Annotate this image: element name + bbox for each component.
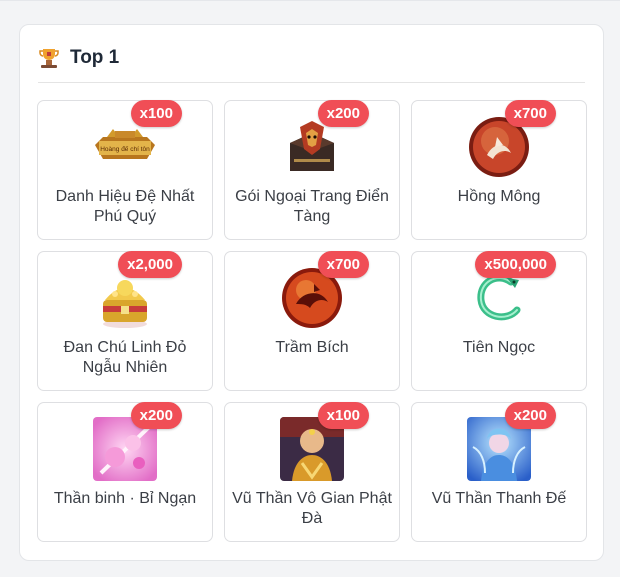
- quantity-badge: x100: [130, 100, 182, 127]
- reward-grid: Hoàng đế chí tôn x100 Danh Hiệu Đệ Nhất …: [37, 100, 587, 542]
- reward-card[interactable]: x700 Trầm Bích: [224, 251, 400, 391]
- item-name: Trầm Bích: [275, 339, 349, 356]
- quantity-badge: x700: [504, 100, 556, 127]
- item-name: Hồng Mông: [457, 188, 541, 205]
- item-name: Vũ Thần Thanh Đế: [431, 490, 567, 507]
- top-divider: [0, 0, 620, 1]
- reward-card[interactable]: x200 Vũ Thần Thanh Đế: [411, 402, 587, 542]
- item-name: Đan Chú Linh Đỏ Ngẫu Nhiên: [63, 339, 187, 376]
- reward-card[interactable]: x200 Thần binh · Bỉ Ngạn: [37, 402, 213, 542]
- quantity-badge: x100: [317, 402, 369, 429]
- quantity-badge: x2,000: [118, 251, 182, 278]
- quantity-badge: x500,000: [475, 251, 556, 278]
- item-name: Tiên Ngọc: [462, 339, 536, 356]
- reward-card[interactable]: x200 Gói Ngoại Trang Điển Tàng: [224, 100, 400, 240]
- reward-card[interactable]: x500,000 Tiên Ngọc: [411, 251, 587, 391]
- item-name: Danh Hiệu Đệ Nhất Phú Quý: [55, 188, 195, 225]
- quantity-badge: x700: [317, 251, 369, 278]
- reward-card[interactable]: x2,000 Đan Chú Linh Đỏ Ngẫu Nhiên: [37, 251, 213, 391]
- item-name: Thần binh · Bỉ Ngạn: [53, 490, 197, 507]
- reward-panel: Top 1 Hoàng đế chí tôn x100 Danh Hiệu Đệ…: [19, 24, 604, 561]
- panel-title: Top 1: [70, 46, 120, 68]
- reward-card[interactable]: Hoàng đế chí tôn x100 Danh Hiệu Đệ Nhất …: [37, 100, 213, 240]
- panel-header: Top 1: [38, 43, 585, 83]
- item-name: Gói Ngoại Trang Điển Tàng: [235, 188, 389, 225]
- item-name: Vũ Thần Vô Gian Phật Đà: [232, 490, 392, 527]
- reward-card[interactable]: x700 Hồng Mông: [411, 100, 587, 240]
- trophy-icon: [38, 47, 60, 69]
- quantity-badge: x200: [504, 402, 556, 429]
- quantity-badge: x200: [130, 402, 182, 429]
- quantity-badge: x200: [317, 100, 369, 127]
- svg-text:Hoàng đế chí tôn: Hoàng đế chí tôn: [100, 144, 150, 153]
- reward-card[interactable]: x100 Vũ Thần Vô Gian Phật Đà: [224, 402, 400, 542]
